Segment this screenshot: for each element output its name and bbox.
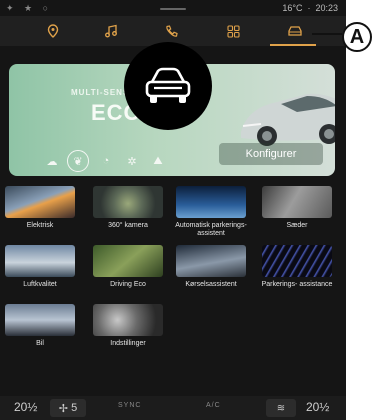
tile-label: Elektrisk <box>26 222 54 229</box>
map-pin-icon <box>47 24 59 38</box>
tile-driving-assist[interactable]: Kørselsassistent <box>171 245 251 289</box>
seats-thumbnail <box>262 186 332 218</box>
callout-line <box>312 33 342 35</box>
fan-icon: ✢ <box>58 402 69 415</box>
tile-label: Kørselsassistent <box>185 281 237 288</box>
tile-settings[interactable]: Indstillinger <box>88 304 168 348</box>
tile-driving-eco[interactable]: Driving Eco <box>88 245 168 289</box>
active-tab-indicator <box>270 44 316 46</box>
multi-sense-title: MULTI-SENS <box>71 88 130 97</box>
auto-parking-thumbnail <box>176 186 246 218</box>
fan-level: 5 <box>71 402 78 414</box>
speedometer-icon[interactable]: ◔ <box>97 152 115 170</box>
tab-vehicle[interactable] <box>266 16 324 46</box>
driving-eco-thumbnail <box>93 245 163 277</box>
fan-control[interactable]: ✢ 5 <box>50 399 86 417</box>
tab-music[interactable] <box>82 16 140 46</box>
driving-assist-thumbnail <box>176 245 246 277</box>
mountain-icon[interactable]: ⛰ <box>149 152 167 170</box>
sync-button[interactable]: SYNC <box>118 402 141 409</box>
car-icon <box>288 26 302 36</box>
vehicle-icon-magnifier <box>124 42 212 130</box>
gear-icon[interactable]: ✲ <box>123 152 141 170</box>
tile-car[interactable]: Bil <box>0 304 80 348</box>
tile-label: Indstillinger <box>110 340 146 347</box>
tile-electric[interactable]: Elektrisk <box>0 186 80 230</box>
drag-handle[interactable] <box>160 8 186 10</box>
tile-label: Parkerings- assistance <box>261 281 333 288</box>
outside-temperature: 16°C <box>282 3 303 13</box>
temperature-right[interactable]: 20½ <box>306 400 329 414</box>
seat-heat-icon: ≋ <box>276 402 286 414</box>
phone-icon <box>165 24 178 37</box>
tab-navigation[interactable] <box>24 16 82 46</box>
electric-thumbnail <box>5 186 75 218</box>
climate-bar: 20½ ✢ 5 SYNC A/C ≋ 20½ <box>0 396 346 420</box>
settings-thumbnail <box>93 304 163 336</box>
ac-button[interactable]: A/C <box>206 402 221 409</box>
car-illustration <box>241 93 335 146</box>
tile-label: Automatisk parkerings-assistent <box>175 222 247 237</box>
seat-heating-button[interactable]: ≋ <box>266 399 296 417</box>
leaf-icon[interactable]: ❦ <box>67 150 89 172</box>
status-icons: ✦ ★ ○ <box>6 3 53 13</box>
parking-assist-thumbnail <box>262 245 332 277</box>
mode-selector: ☁ ❦ ◔ ✲ ⛰ <box>43 150 193 172</box>
clock: 20:23 <box>315 3 338 13</box>
tile-label: Sæder <box>286 222 308 229</box>
car-thumbnail <box>5 304 75 336</box>
callout-label: A <box>342 22 372 52</box>
car-front-icon <box>145 67 191 103</box>
tile-camera-360[interactable]: 360° kamera <box>88 186 168 230</box>
status-bar: ✦ ★ ○ 16°C · 20:23 <box>0 0 346 16</box>
tile-label: Luftkvalitet <box>23 281 57 288</box>
apps-grid-icon <box>226 24 240 38</box>
temperature-left[interactable]: 20½ <box>14 400 37 414</box>
infotainment-screen: ✦ ★ ○ 16°C · 20:23 MULTI-SENS ECO ☁ ❦ ◔ … <box>0 0 346 420</box>
tile-parking-assist[interactable]: Parkerings- assistance <box>257 245 337 289</box>
music-note-icon <box>105 24 117 38</box>
tile-label: 360° kamera <box>108 222 148 229</box>
camera-360-thumbnail <box>93 186 163 218</box>
tile-seats[interactable]: Sæder <box>257 186 337 230</box>
status-right: 16°C · 20:23 <box>282 3 338 13</box>
cloud-icon[interactable]: ☁ <box>43 152 61 170</box>
tile-air-quality[interactable]: Luftkvalitet <box>0 245 80 289</box>
tile-label: Bil <box>36 340 44 347</box>
tile-label: Driving Eco <box>110 281 146 288</box>
tile-auto-parking[interactable]: Automatisk parkerings-assistent <box>171 186 251 238</box>
tab-apps[interactable] <box>204 16 262 46</box>
configure-button[interactable]: Konfigurer <box>219 143 323 165</box>
air-quality-thumbnail <box>5 245 75 277</box>
